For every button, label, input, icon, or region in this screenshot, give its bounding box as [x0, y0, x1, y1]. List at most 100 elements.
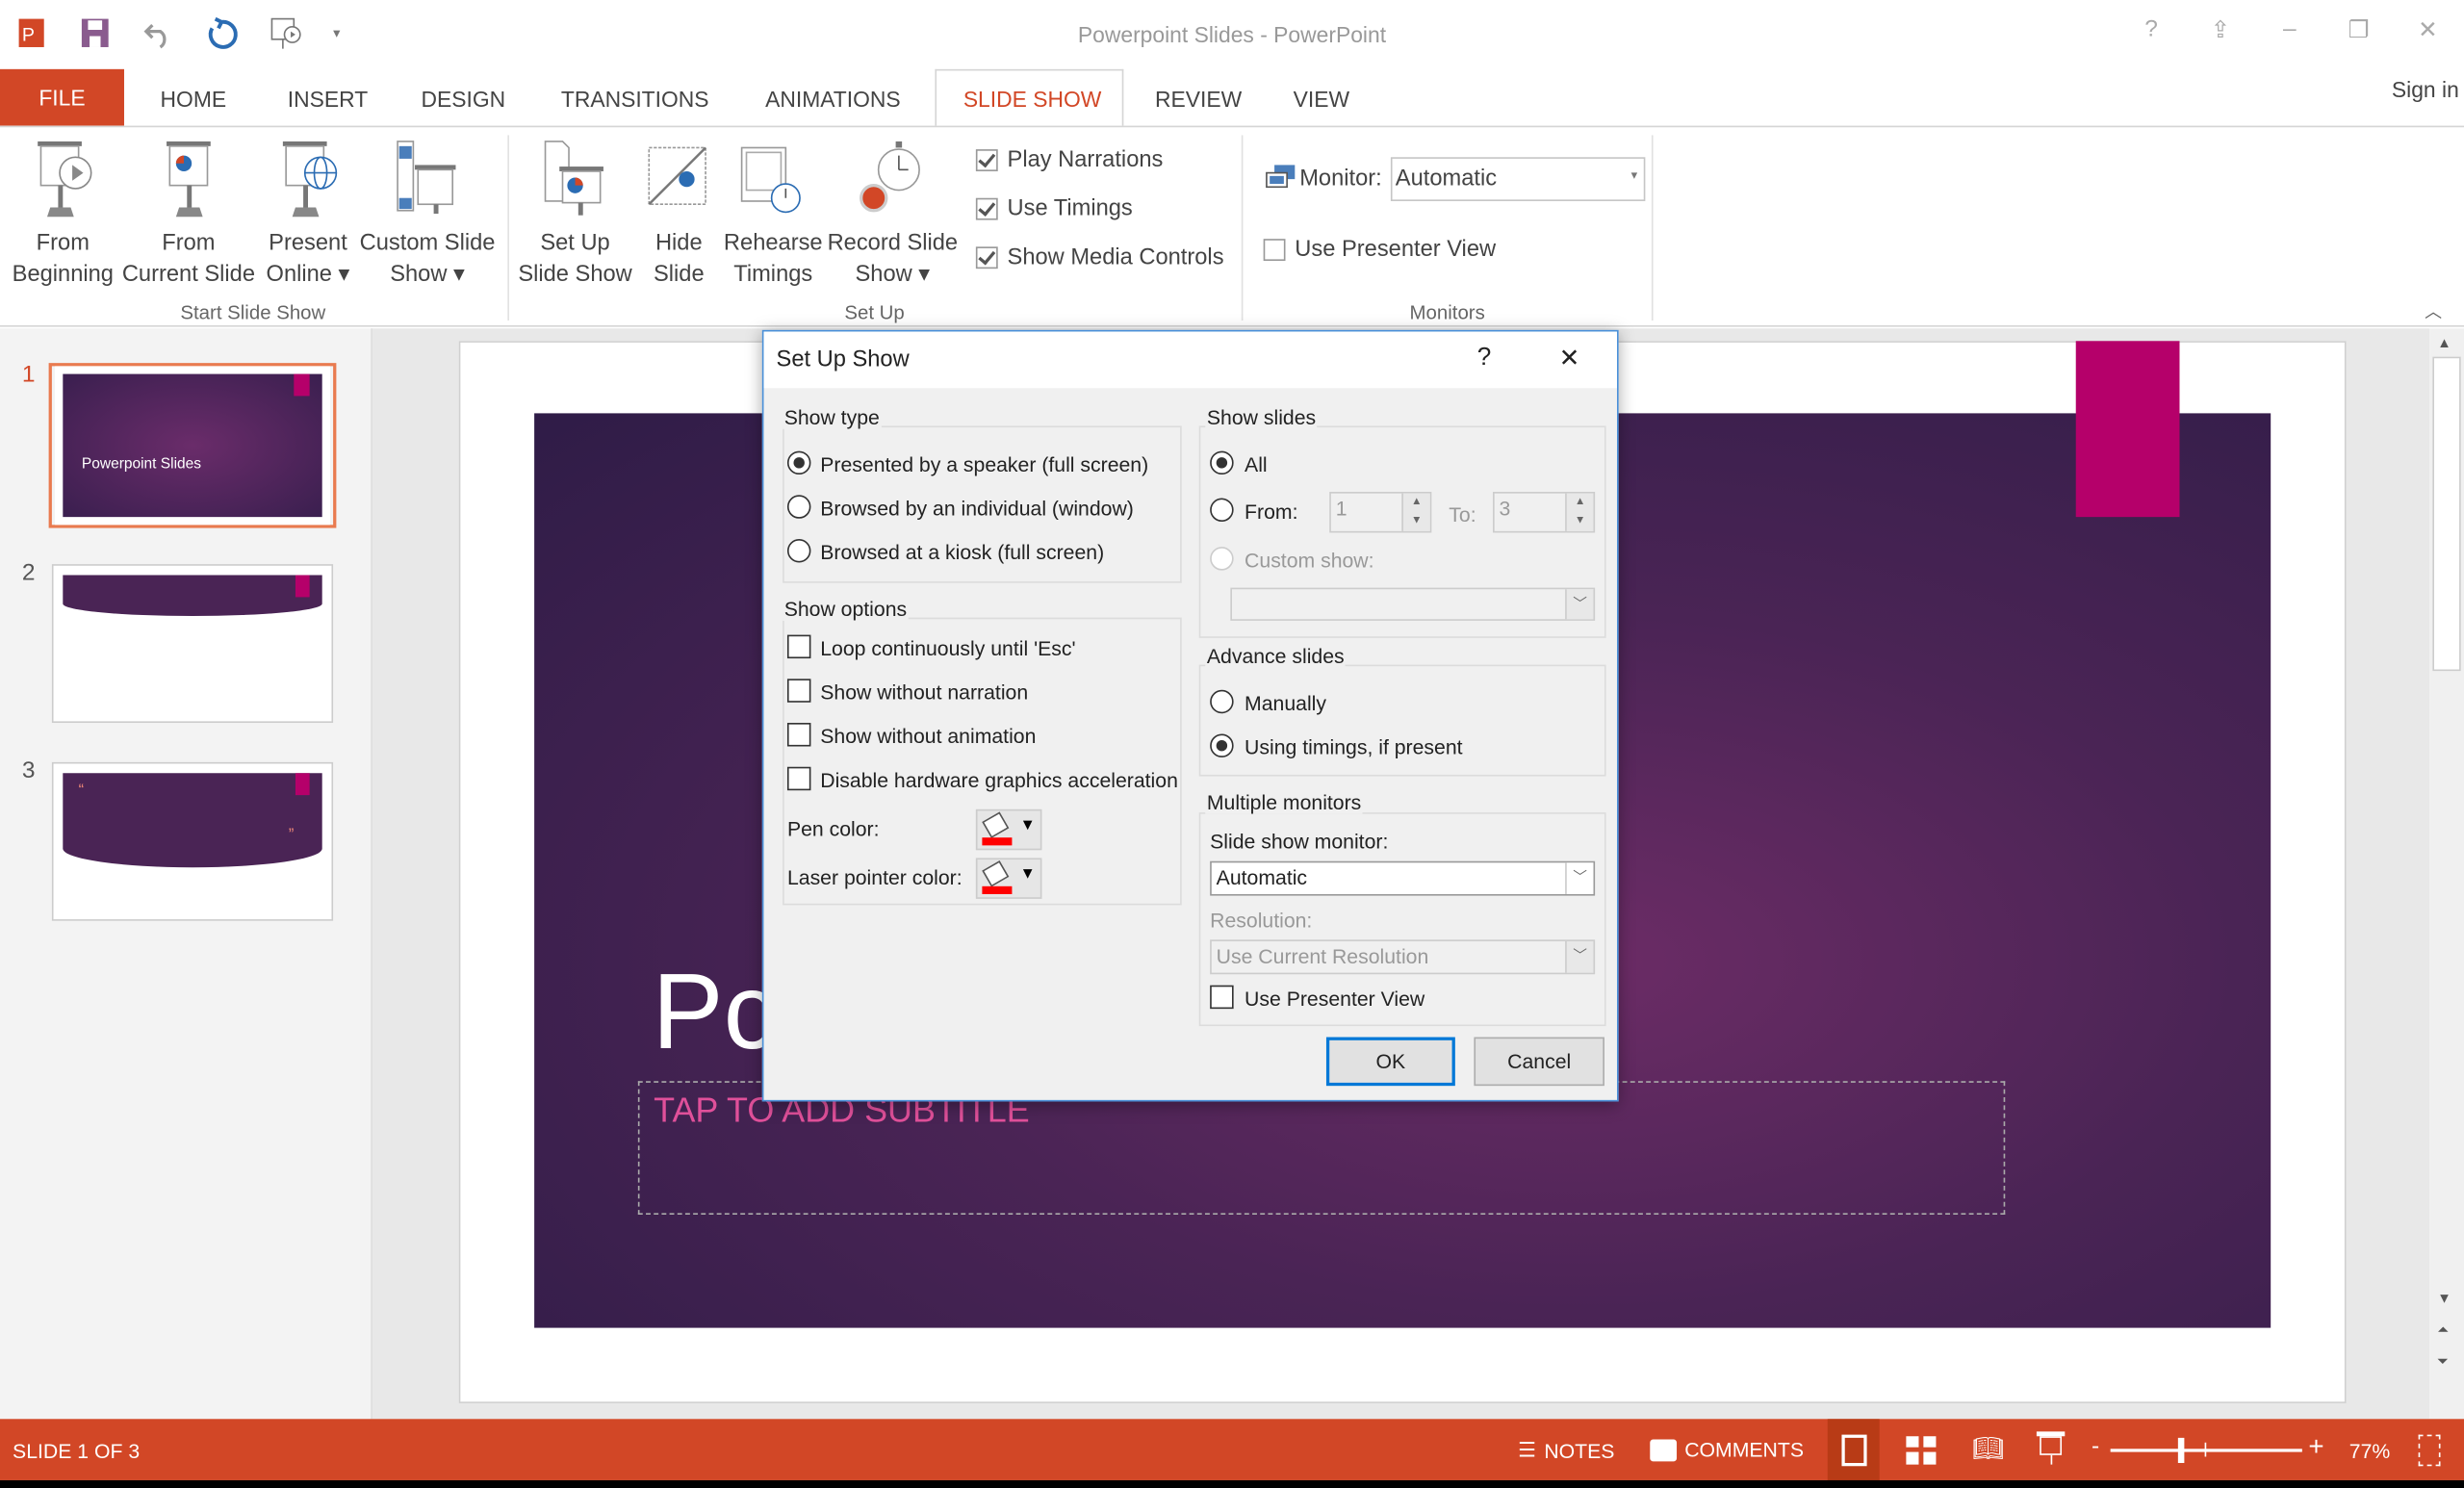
previous-slide-icon[interactable]: ⏶	[2437, 1321, 2449, 1339]
browsed-by-individual-label[interactable]: Browsed by an individual (window)	[820, 497, 1134, 520]
custom-slide-show-button[interactable]: Custom Slide Show ▾	[357, 139, 499, 291]
sign-in-link[interactable]: Sign in	[2392, 77, 2459, 102]
tab-home[interactable]: HOME	[161, 87, 227, 112]
to-slide-spinner[interactable]: 3 ▲ ▼	[1493, 492, 1596, 533]
without-animation-label[interactable]: Show without animation	[820, 725, 1036, 748]
show-media-controls-checkbox[interactable]: Show Media Controls	[975, 245, 1224, 270]
browsed-at-kiosk-label[interactable]: Browsed at a kiosk (full screen)	[820, 541, 1104, 564]
use-presenter-view-checkbox[interactable]: Use Presenter View	[1263, 238, 1496, 263]
using-timings-label[interactable]: Using timings, if present	[1245, 735, 1463, 758]
slide-thumbnail-3[interactable]: “ ”	[51, 761, 334, 921]
tab-view[interactable]: VIEW	[1294, 87, 1349, 112]
manually-label[interactable]: Manually	[1245, 691, 1326, 714]
from-slide-spinner[interactable]: 1 ▲ ▼	[1329, 492, 1432, 533]
presented-by-speaker-radio[interactable]	[786, 450, 811, 475]
group-divider	[1241, 135, 1244, 321]
browsed-at-kiosk-radio[interactable]	[786, 538, 811, 563]
tab-insert[interactable]: INSERT	[288, 87, 368, 112]
tab-review[interactable]: REVIEW	[1155, 87, 1242, 112]
loop-continuously-label[interactable]: Loop continuously until 'Esc'	[820, 636, 1075, 659]
scroll-up-icon[interactable]: ▲	[2437, 335, 2451, 350]
slide-thumbnail-2[interactable]	[51, 564, 334, 724]
manually-radio[interactable]	[1210, 689, 1234, 714]
play-narrations-checkbox[interactable]: Play Narrations	[975, 147, 1224, 173]
rehearse-timings-button[interactable]: Rehearse Timings	[723, 139, 823, 291]
tab-file[interactable]: FILE	[0, 68, 124, 126]
record-stopwatch-icon	[860, 141, 920, 213]
vertical-scrollbar[interactable]: ▲ ▼ ⏶ ⏷	[2429, 328, 2464, 1420]
slide-show-view-icon[interactable]	[2036, 1431, 2066, 1466]
pen-color-picker[interactable]: ▼	[975, 808, 1042, 851]
close-window-icon[interactable]: ✕	[2409, 15, 2447, 44]
zoom-out-button[interactable]: -	[2092, 1433, 2099, 1460]
slide-counter: SLIDE 1 OF 3	[13, 1439, 141, 1463]
present-online-button[interactable]: Present Online ▾	[261, 139, 355, 291]
laser-pointer-color-label: Laser pointer color:	[786, 865, 962, 890]
presented-by-speaker-label[interactable]: Presented by a speaker (full screen)	[820, 452, 1148, 475]
multiple-monitors-label: Multiple monitors	[1205, 790, 1363, 814]
set-up-slide-show-button[interactable]: Set Up Slide Show	[514, 139, 636, 291]
monitor-dropdown[interactable]: Automatic ▾	[1390, 157, 1646, 201]
comments-button[interactable]: COMMENTS	[1650, 1438, 1804, 1461]
slide-show-monitor-dropdown[interactable]: Automatic ﹀	[1210, 860, 1596, 896]
loop-continuously-checkbox[interactable]	[786, 634, 811, 659]
from-slides-radio[interactable]	[1210, 498, 1234, 523]
dialog-help-button[interactable]: ?	[1477, 345, 1492, 372]
use-timings-checkbox[interactable]: Use Timings	[975, 196, 1224, 221]
record-slide-show-button[interactable]: Record Slide Show ▾	[825, 139, 960, 291]
without-narration-checkbox[interactable]	[786, 679, 811, 703]
tab-design[interactable]: DESIGN	[422, 87, 506, 112]
restore-icon[interactable]: ❐	[2340, 15, 2377, 44]
using-timings-radio[interactable]	[1210, 733, 1234, 757]
scroll-down-icon[interactable]: ▼	[2437, 1290, 2451, 1305]
slide-number: 2	[21, 559, 36, 586]
custom-show-dropdown[interactable]: ﹀	[1230, 587, 1596, 621]
zoom-level[interactable]: 77%	[2349, 1440, 2391, 1463]
browsed-by-individual-radio[interactable]	[786, 495, 811, 519]
collapse-ribbon-icon[interactable]: ︿	[2425, 298, 2442, 323]
ribbon-display-options-icon[interactable]: ⇪	[2201, 15, 2239, 44]
notes-button[interactable]: ☰ NOTES	[1518, 1438, 1614, 1463]
next-slide-icon[interactable]: ⏷	[2437, 1353, 2449, 1371]
disable-hw-acceleration-label[interactable]: Disable hardware graphics acceleration	[820, 768, 1178, 791]
help-button[interactable]: ?	[2133, 15, 2170, 42]
resolution-dropdown[interactable]: Use Current Resolution ﹀	[1210, 939, 1596, 975]
without-narration-label[interactable]: Show without narration	[820, 680, 1028, 704]
tab-transitions[interactable]: TRANSITIONS	[561, 87, 709, 112]
from-beginning-button[interactable]: From Beginning	[7, 139, 120, 291]
dialog-close-button[interactable]: ✕	[1559, 343, 1580, 374]
all-slides-label[interactable]: All	[1245, 452, 1268, 475]
spinner-arrows-icon[interactable]: ▲ ▼	[1565, 493, 1594, 531]
from-current-slide-button[interactable]: From Current Slide	[121, 139, 256, 291]
all-slides-radio[interactable]	[1210, 450, 1234, 475]
zoom-slider-thumb[interactable]	[2177, 1437, 2184, 1463]
group-label-set-up: Set Up	[844, 301, 905, 324]
scroll-thumb[interactable]	[2432, 356, 2461, 672]
spinner-arrows-icon[interactable]: ▲ ▼	[1401, 493, 1430, 531]
tab-animations[interactable]: ANIMATIONS	[765, 87, 901, 112]
disable-hw-acceleration-checkbox[interactable]	[786, 766, 811, 791]
cancel-button[interactable]: Cancel	[1474, 1037, 1604, 1087]
slide-number: 1	[21, 361, 36, 389]
minimize-icon[interactable]: –	[2271, 15, 2308, 42]
hide-slide-button[interactable]: Hide Slide	[639, 139, 718, 291]
custom-show-radio[interactable]	[1210, 547, 1234, 571]
tab-slide-show[interactable]: SLIDE SHOW	[963, 87, 1102, 112]
group-divider	[507, 135, 509, 321]
slide-sorter-icon[interactable]	[1906, 1436, 1938, 1465]
use-presenter-view-label[interactable]: Use Presenter View	[1245, 987, 1424, 1010]
laser-color-picker[interactable]: ▼	[975, 858, 1042, 899]
normal-view-button[interactable]	[1827, 1419, 1880, 1480]
from-label[interactable]: From:	[1245, 500, 1297, 523]
advance-slides-label: Advance slides	[1205, 644, 1347, 668]
without-animation-checkbox[interactable]	[786, 723, 811, 747]
reading-view-icon[interactable]: 📖︎	[1972, 1433, 2004, 1465]
ok-button[interactable]: OK	[1325, 1037, 1455, 1087]
projector-chart-icon	[167, 141, 211, 218]
fit-slide-icon[interactable]	[2418, 1434, 2441, 1467]
zoom-in-button[interactable]: +	[2308, 1431, 2323, 1463]
slide-title[interactable]: Pc	[653, 951, 778, 1073]
monitor-icon	[1266, 165, 1296, 189]
use-presenter-view-checkbox-dialog[interactable]	[1210, 985, 1234, 1010]
slide-thumbnail-1[interactable]: Powerpoint Slides	[55, 366, 330, 526]
